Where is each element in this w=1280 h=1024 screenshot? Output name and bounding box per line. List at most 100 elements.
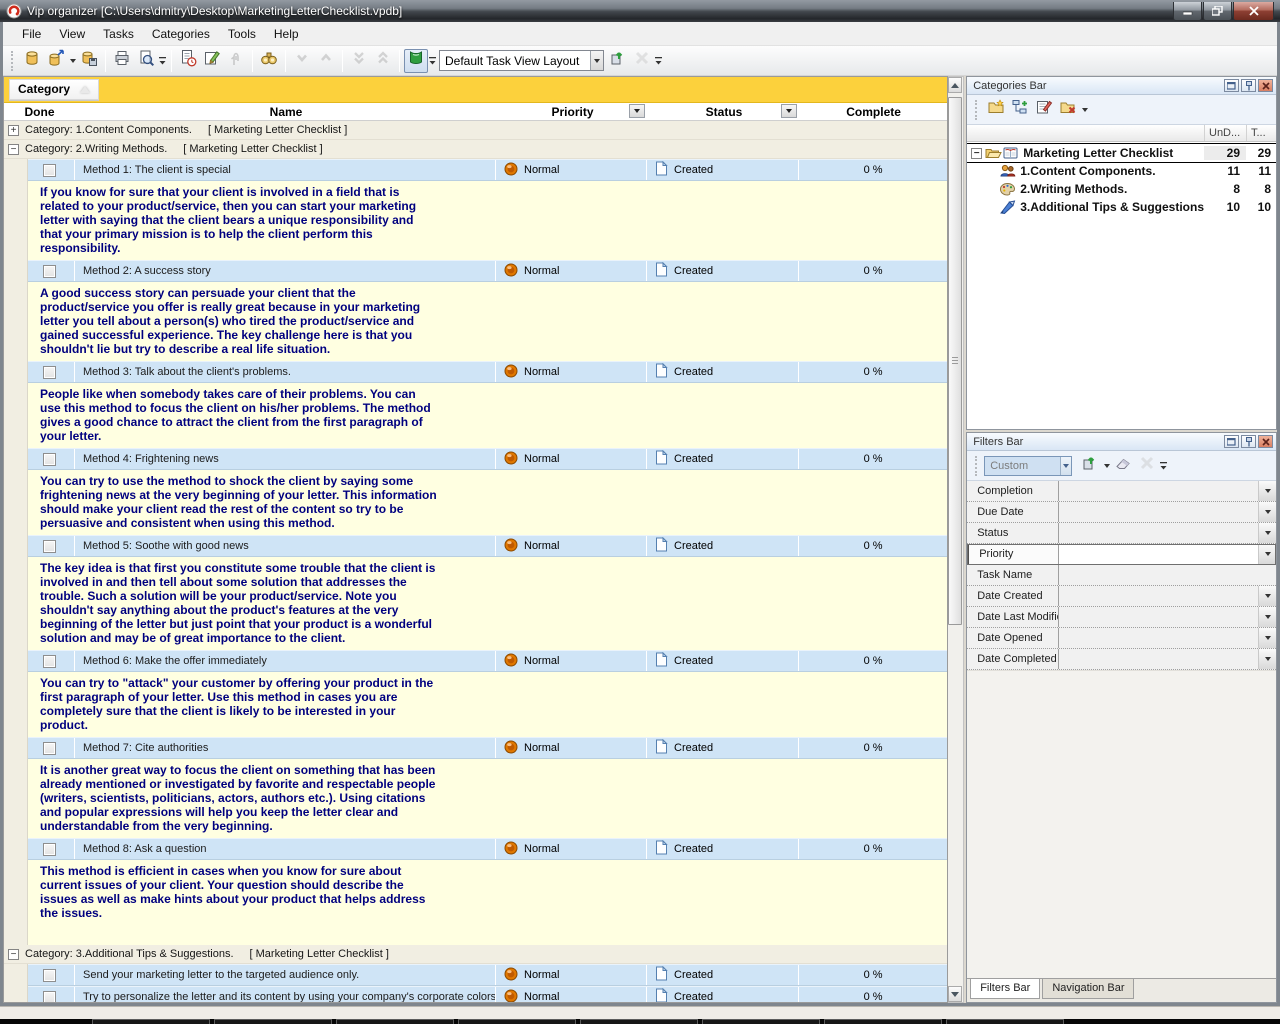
filter-value-field[interactable]	[1059, 481, 1258, 501]
table-row[interactable]: Method 8: Ask a questionNormalCreated0 %	[4, 838, 947, 860]
taskbar-button[interactable]	[92, 1019, 210, 1024]
scroll-up-button[interactable]	[948, 77, 962, 93]
table-row[interactable]: Method 6: Make the offer immediatelyNorm…	[4, 650, 947, 672]
filter-value-field[interactable]	[1059, 502, 1258, 522]
minimize-button[interactable]	[1173, 2, 1202, 21]
task-checkbox[interactable]	[43, 969, 56, 982]
collapse-icon[interactable]: −	[8, 949, 19, 960]
table-row[interactable]: Method 3: Talk about the client's proble…	[4, 361, 947, 383]
filter-dropdown-button[interactable]	[1258, 607, 1276, 627]
task-checkbox[interactable]	[43, 366, 56, 379]
filter-row-date-last-modified[interactable]: Date Last Modified	[967, 607, 1276, 628]
eraser-button[interactable]	[1111, 454, 1135, 478]
filter-row-due-date[interactable]: Due Date	[967, 502, 1276, 523]
filter-row-date-opened[interactable]: Date Opened	[967, 628, 1276, 649]
task-checkbox[interactable]	[43, 265, 56, 278]
toolbar-overflow-icon[interactable]	[158, 50, 167, 72]
toolbar-overflow-icon[interactable]	[1159, 455, 1168, 477]
filter-dropdown-button[interactable]	[1258, 502, 1276, 522]
table-row[interactable]: Try to personalize the letter and its co…	[4, 986, 947, 1002]
taskbar-button[interactable]	[580, 1019, 698, 1024]
menu-view[interactable]: View	[50, 23, 94, 45]
view-layout-button[interactable]	[404, 49, 428, 73]
panel-restore-icon[interactable]	[1224, 435, 1239, 448]
filter-value-field[interactable]	[1059, 649, 1258, 669]
subcategory-new-button[interactable]	[1008, 98, 1032, 122]
taskbar-button[interactable]	[824, 1019, 942, 1024]
scrollbar-thumb[interactable]	[948, 97, 962, 625]
filter-dropdown-button[interactable]	[1258, 586, 1276, 606]
print-preview-button[interactable]	[134, 49, 158, 73]
task-checkbox[interactable]	[43, 843, 56, 856]
filter-value-field[interactable]	[1059, 628, 1258, 648]
column-header-complete[interactable]: Complete	[800, 103, 947, 120]
group-by-category-chip[interactable]: Category	[9, 79, 99, 100]
filter-dropdown-button[interactable]	[1258, 649, 1276, 669]
filter-row-task-name[interactable]: Task Name	[967, 565, 1276, 586]
filter-row-date-completed[interactable]: Date Completed	[967, 649, 1276, 670]
scroll-down-button[interactable]	[948, 986, 962, 1002]
collapse-icon[interactable]: −	[8, 144, 19, 155]
column-header-done[interactable]: Done	[4, 103, 75, 120]
table-row[interactable]: Method 2: A success storyNormalCreated0 …	[4, 260, 947, 282]
dropdown-caret-icon[interactable]	[68, 50, 77, 72]
table-row[interactable]: Method 1: The client is specialNormalCre…	[4, 159, 947, 181]
layout-combobox[interactable]: Default Task View Layout	[439, 50, 604, 71]
table-row[interactable]: Method 4: Frightening newsNormalCreated0…	[4, 448, 947, 470]
collapse-icon[interactable]: −	[971, 148, 982, 159]
status-filter-button[interactable]	[781, 104, 797, 118]
table-row[interactable]: Method 5: Soothe with good newsNormalCre…	[4, 535, 947, 557]
taskbar-button[interactable]	[458, 1019, 576, 1024]
filter-row-status[interactable]: Status	[967, 523, 1276, 544]
dropdown-caret-icon[interactable]	[1080, 99, 1089, 121]
filter-dropdown-button[interactable]	[1258, 523, 1276, 543]
filter-dropdown-button[interactable]	[1258, 481, 1276, 501]
filter-preset-combobox[interactable]: Custom	[984, 456, 1072, 476]
column-undone[interactable]: UnD...	[1204, 125, 1246, 141]
combo-dropdown-icon[interactable]	[1060, 457, 1071, 475]
binoculars-button[interactable]	[257, 49, 281, 73]
task-checkbox[interactable]	[43, 742, 56, 755]
filter-row-date-created[interactable]: Date Created	[967, 586, 1276, 607]
category-group-row[interactable]: −Category: 2.Writing Methods.[ Marketing…	[4, 140, 947, 159]
taskbar-button[interactable]	[214, 1019, 332, 1024]
column-header-status[interactable]: Status	[648, 103, 800, 120]
restore-button[interactable]	[1203, 2, 1232, 21]
menu-categories[interactable]: Categories	[143, 23, 219, 45]
category-edit-button[interactable]	[1032, 98, 1056, 122]
close-button[interactable]	[1233, 2, 1274, 21]
filter-row-priority[interactable]: Priority	[967, 544, 1276, 565]
db-new-button[interactable]	[20, 49, 44, 73]
panel-pin-icon[interactable]	[1241, 435, 1256, 448]
tab-filters-bar[interactable]: Filters Bar	[970, 979, 1040, 999]
expand-icon[interactable]: +	[8, 125, 19, 136]
vertical-scrollbar[interactable]	[948, 76, 964, 1003]
task-checkbox[interactable]	[43, 655, 56, 668]
taskbar-button[interactable]	[946, 1019, 1064, 1024]
layout-import-button[interactable]	[606, 49, 630, 73]
filter-value-field[interactable]	[1059, 607, 1258, 627]
category-tree-item[interactable]: 2.Writing Methods.88	[967, 180, 1276, 198]
tab-navigation-bar[interactable]: Navigation Bar	[1042, 979, 1134, 999]
windows-taskbar[interactable]	[0, 1019, 1280, 1024]
toolbar-overflow-icon[interactable]	[428, 50, 437, 72]
title-bar[interactable]: Vip organizer [C:\Users\dmitry\Desktop\M…	[0, 0, 1280, 22]
filter-value-field[interactable]	[1059, 544, 1258, 564]
task-new-button[interactable]	[176, 49, 200, 73]
table-row[interactable]: Method 7: Cite authoritiesNormalCreated0…	[4, 737, 947, 759]
filter-dropdown-button[interactable]	[1258, 544, 1276, 564]
panel-pin-icon[interactable]	[1241, 79, 1256, 92]
panel-close-icon[interactable]	[1258, 79, 1273, 92]
table-row[interactable]: Send your marketing letter to the target…	[4, 964, 947, 986]
print-button[interactable]	[110, 49, 134, 73]
menu-help[interactable]: Help	[265, 23, 308, 45]
category-tree-item[interactable]: −Marketing Letter Checklist2929	[967, 144, 1276, 162]
menu-tools[interactable]: Tools	[219, 23, 265, 45]
column-header-priority[interactable]: Priority	[497, 103, 648, 120]
category-new-button[interactable]	[984, 98, 1008, 122]
filter-dropdown-button[interactable]	[1258, 628, 1276, 648]
category-group-row[interactable]: −Category: 3.Additional Tips & Suggestio…	[4, 945, 947, 964]
filter-load-button[interactable]	[1078, 454, 1102, 478]
priority-filter-button[interactable]	[629, 104, 645, 118]
task-edit-button[interactable]	[200, 49, 224, 73]
